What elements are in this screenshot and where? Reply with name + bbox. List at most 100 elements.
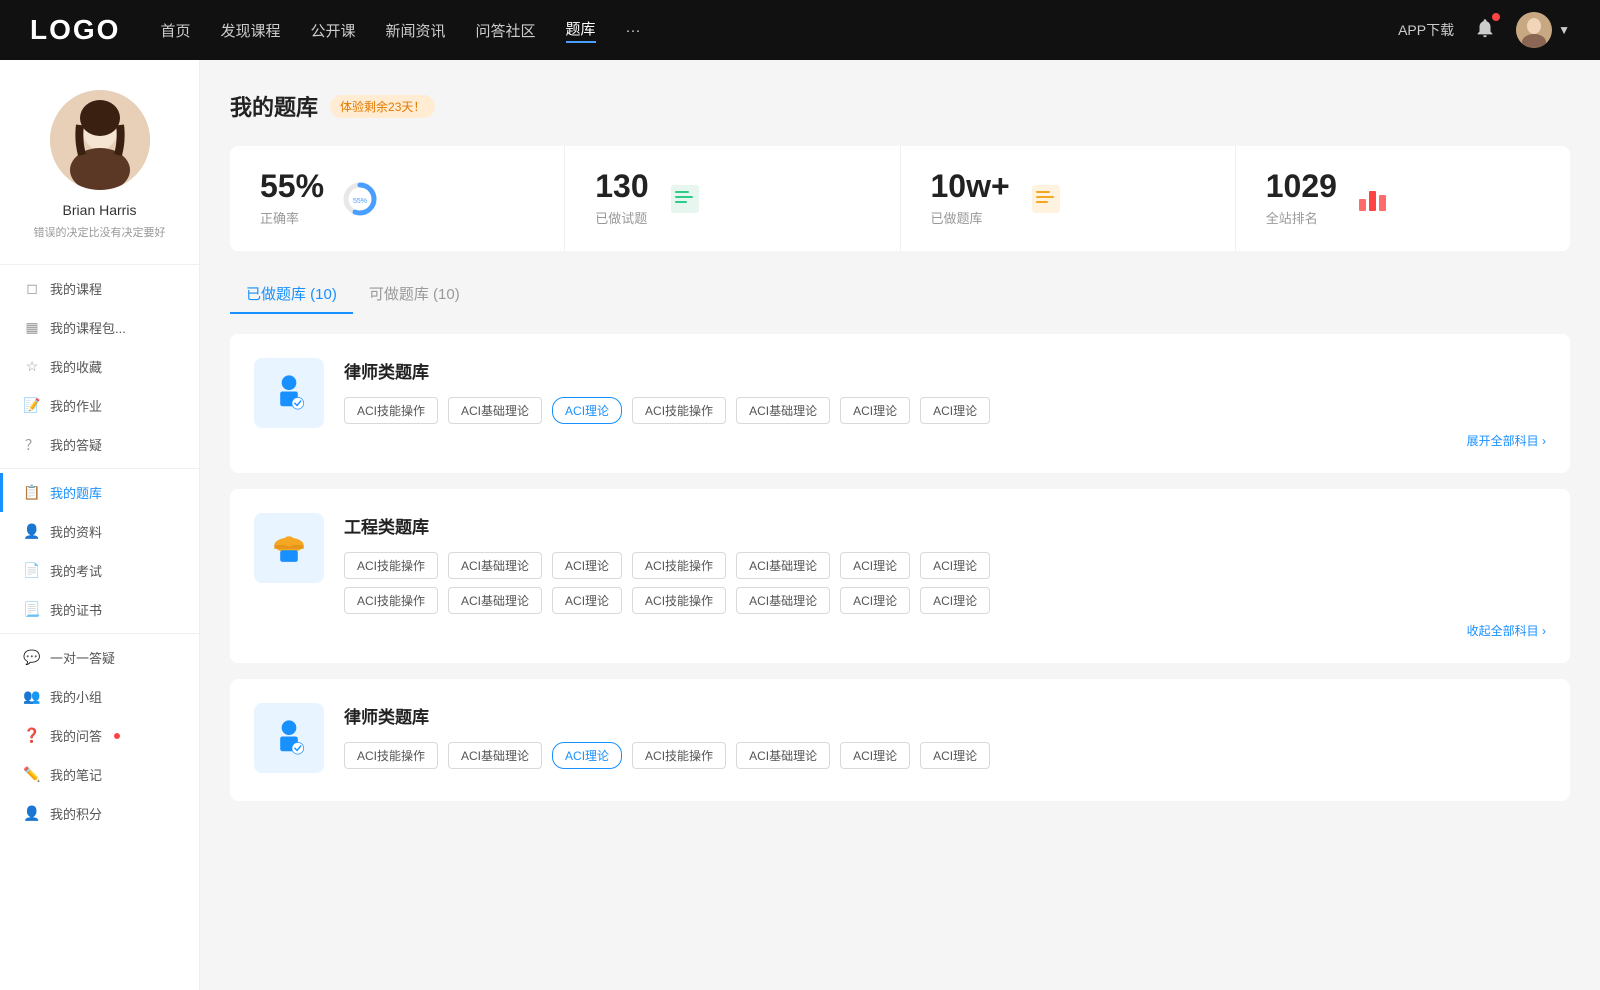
- my-questions-icon: ❓: [24, 728, 40, 744]
- sidebar-item-my-exams[interactable]: 📄 我的考试: [0, 551, 199, 590]
- tag[interactable]: ACI技能操作: [632, 587, 726, 614]
- page-title-row: 我的题库 体验剩余23天！: [230, 90, 1570, 122]
- tag[interactable]: ACI技能操作: [632, 397, 726, 424]
- my-profile-icon: 👤: [24, 524, 40, 540]
- sidebar-item-label: 我的资料: [50, 522, 102, 541]
- sidebar-item-my-favorites[interactable]: ☆ 我的收藏: [0, 347, 199, 386]
- banks-done-icon: [1026, 179, 1066, 219]
- divider-2: [0, 468, 199, 469]
- questions-done-icon: [665, 179, 705, 219]
- sidebar-item-my-courses[interactable]: ◻ 我的课程: [0, 269, 199, 308]
- tab-available-banks[interactable]: 可做题库 (10): [353, 275, 476, 314]
- stat-questions-done: 130 已做试题: [565, 146, 900, 251]
- sidebar-item-label: 我的小组: [50, 687, 102, 706]
- navbar-links: 首页 发现课程 公开课 新闻资讯 问答社区 题库 ···: [160, 18, 1398, 43]
- tab-done-banks[interactable]: 已做题库 (10): [230, 275, 353, 314]
- qbank-2-content: 工程类题库 ACI技能操作 ACI基础理论 ACI理论 ACI技能操作 ACI基…: [344, 513, 1546, 639]
- tag[interactable]: ACI基础理论: [448, 587, 542, 614]
- avatar-caret-icon: ▼: [1558, 23, 1570, 37]
- tag[interactable]: ACI理论: [840, 587, 910, 614]
- sidebar-item-my-qbank[interactable]: 📋 我的题库: [0, 473, 199, 512]
- tag[interactable]: ACI基础理论: [736, 552, 830, 579]
- tag[interactable]: ACI技能操作: [344, 742, 438, 769]
- tag[interactable]: ACI基础理论: [736, 397, 830, 424]
- sidebar-item-my-course-packages[interactable]: ▦ 我的课程包...: [0, 308, 199, 347]
- tabs-row: 已做题库 (10) 可做题库 (10): [230, 275, 1570, 314]
- divider-3: [0, 633, 199, 634]
- profile-motto: 错误的决定比没有决定要好: [24, 224, 176, 240]
- tag[interactable]: ACI理论: [920, 552, 990, 579]
- nav-home[interactable]: 首页: [160, 20, 190, 41]
- expand-link-1[interactable]: 展开全部科目 ›: [344, 432, 1546, 449]
- nav-open-course[interactable]: 公开课: [310, 20, 355, 41]
- collapse-link-2[interactable]: 收起全部科目 ›: [344, 622, 1546, 639]
- tag[interactable]: ACI理论: [920, 397, 990, 424]
- notification-button[interactable]: [1474, 17, 1496, 44]
- tag[interactable]: ACI理论: [552, 552, 622, 579]
- tag[interactable]: ACI技能操作: [632, 552, 726, 579]
- sidebar-item-one-on-one[interactable]: 💬 一对一答疑: [0, 638, 199, 677]
- logo: LOGO: [30, 14, 120, 46]
- tag[interactable]: ACI基础理论: [736, 587, 830, 614]
- sidebar-item-my-notes[interactable]: ✏️ 我的笔记: [0, 755, 199, 794]
- sidebar-item-my-qa[interactable]: ？ 我的答疑: [0, 425, 199, 464]
- nav-qa[interactable]: 问答社区: [476, 20, 536, 41]
- sidebar-item-my-groups[interactable]: 👥 我的小组: [0, 677, 199, 716]
- tag[interactable]: ACI技能操作: [344, 552, 438, 579]
- stat-accuracy: 55% 正确率 55%: [230, 146, 565, 251]
- stat-rank-value: 1029: [1266, 170, 1337, 202]
- profile-name: Brian Harris: [63, 202, 137, 218]
- tag[interactable]: ACI技能操作: [344, 587, 438, 614]
- app-download-button[interactable]: APP下载: [1398, 20, 1454, 40]
- stat-questions-done-value: 130: [595, 170, 648, 202]
- nav-more[interactable]: ···: [626, 22, 641, 39]
- sidebar: Brian Harris 错误的决定比没有决定要好 ◻ 我的课程 ▦ 我的课程包…: [0, 60, 200, 990]
- user-avatar-area[interactable]: ▼: [1516, 12, 1570, 48]
- qbank-2-tags-row2: ACI技能操作 ACI基础理论 ACI理论 ACI技能操作 ACI基础理论 AC…: [344, 587, 1546, 614]
- svg-text:55%: 55%: [353, 198, 367, 205]
- nav-discover[interactable]: 发现课程: [220, 20, 280, 41]
- tag[interactable]: ACI理论: [920, 587, 990, 614]
- stat-banks-done-text: 10w+ 已做题库: [931, 170, 1010, 227]
- main-container: Brian Harris 错误的决定比没有决定要好 ◻ 我的课程 ▦ 我的课程包…: [0, 60, 1600, 990]
- sidebar-item-label: 一对一答疑: [50, 648, 115, 667]
- sidebar-item-my-profile[interactable]: 👤 我的资料: [0, 512, 199, 551]
- qbank-2-title: 工程类题库: [344, 513, 1546, 538]
- rank-icon: [1353, 179, 1393, 219]
- stat-accuracy-label: 正确率: [260, 208, 324, 227]
- tag[interactable]: ACI理论: [920, 742, 990, 769]
- nav-qbank[interactable]: 题库: [566, 18, 596, 43]
- tag[interactable]: ACI理论: [552, 587, 622, 614]
- nav-news[interactable]: 新闻资讯: [386, 20, 446, 41]
- lawyer-icon-1: [254, 358, 324, 428]
- tag[interactable]: ACI基础理论: [448, 552, 542, 579]
- my-exams-icon: 📄: [24, 563, 40, 579]
- tag[interactable]: ACI理论: [840, 397, 910, 424]
- sidebar-item-my-points[interactable]: 👤 我的积分: [0, 794, 199, 833]
- tag[interactable]: ACI基础理论: [448, 742, 542, 769]
- tag[interactable]: ACI基础理论: [448, 397, 542, 424]
- lawyer-icon-2: [254, 703, 324, 773]
- page-title: 我的题库: [230, 90, 318, 122]
- tag[interactable]: ACI基础理论: [736, 742, 830, 769]
- tag[interactable]: ACI技能操作: [344, 397, 438, 424]
- qbank-card-lawyer-1: 律师类题库 ACI技能操作 ACI基础理论 ACI理论 ACI技能操作 ACI基…: [230, 334, 1570, 473]
- sidebar-item-my-certificates[interactable]: 📃 我的证书: [0, 590, 199, 629]
- sidebar-item-label: 我的问答: [50, 726, 102, 745]
- stat-banks-done-value: 10w+: [931, 170, 1010, 202]
- profile-avatar: [50, 90, 150, 190]
- sidebar-item-label: 我的答疑: [50, 435, 102, 454]
- my-qbank-icon: 📋: [24, 485, 40, 501]
- tag-selected[interactable]: ACI理论: [552, 742, 622, 769]
- sidebar-item-my-homework[interactable]: 📝 我的作业: [0, 386, 199, 425]
- my-groups-icon: 👥: [24, 689, 40, 705]
- tag[interactable]: ACI理论: [840, 742, 910, 769]
- tag[interactable]: ACI技能操作: [632, 742, 726, 769]
- tag-selected[interactable]: ACI理论: [552, 397, 622, 424]
- unread-badge: [114, 733, 120, 739]
- sidebar-item-my-questions[interactable]: ❓ 我的问答: [0, 716, 199, 755]
- qbank-card-engineer: 工程类题库 ACI技能操作 ACI基础理论 ACI理论 ACI技能操作 ACI基…: [230, 489, 1570, 663]
- qbank-1-tags: ACI技能操作 ACI基础理论 ACI理论 ACI技能操作 ACI基础理论 AC…: [344, 397, 1546, 424]
- qbank-2-tags-row1: ACI技能操作 ACI基础理论 ACI理论 ACI技能操作 ACI基础理论 AC…: [344, 552, 1546, 579]
- tag[interactable]: ACI理论: [840, 552, 910, 579]
